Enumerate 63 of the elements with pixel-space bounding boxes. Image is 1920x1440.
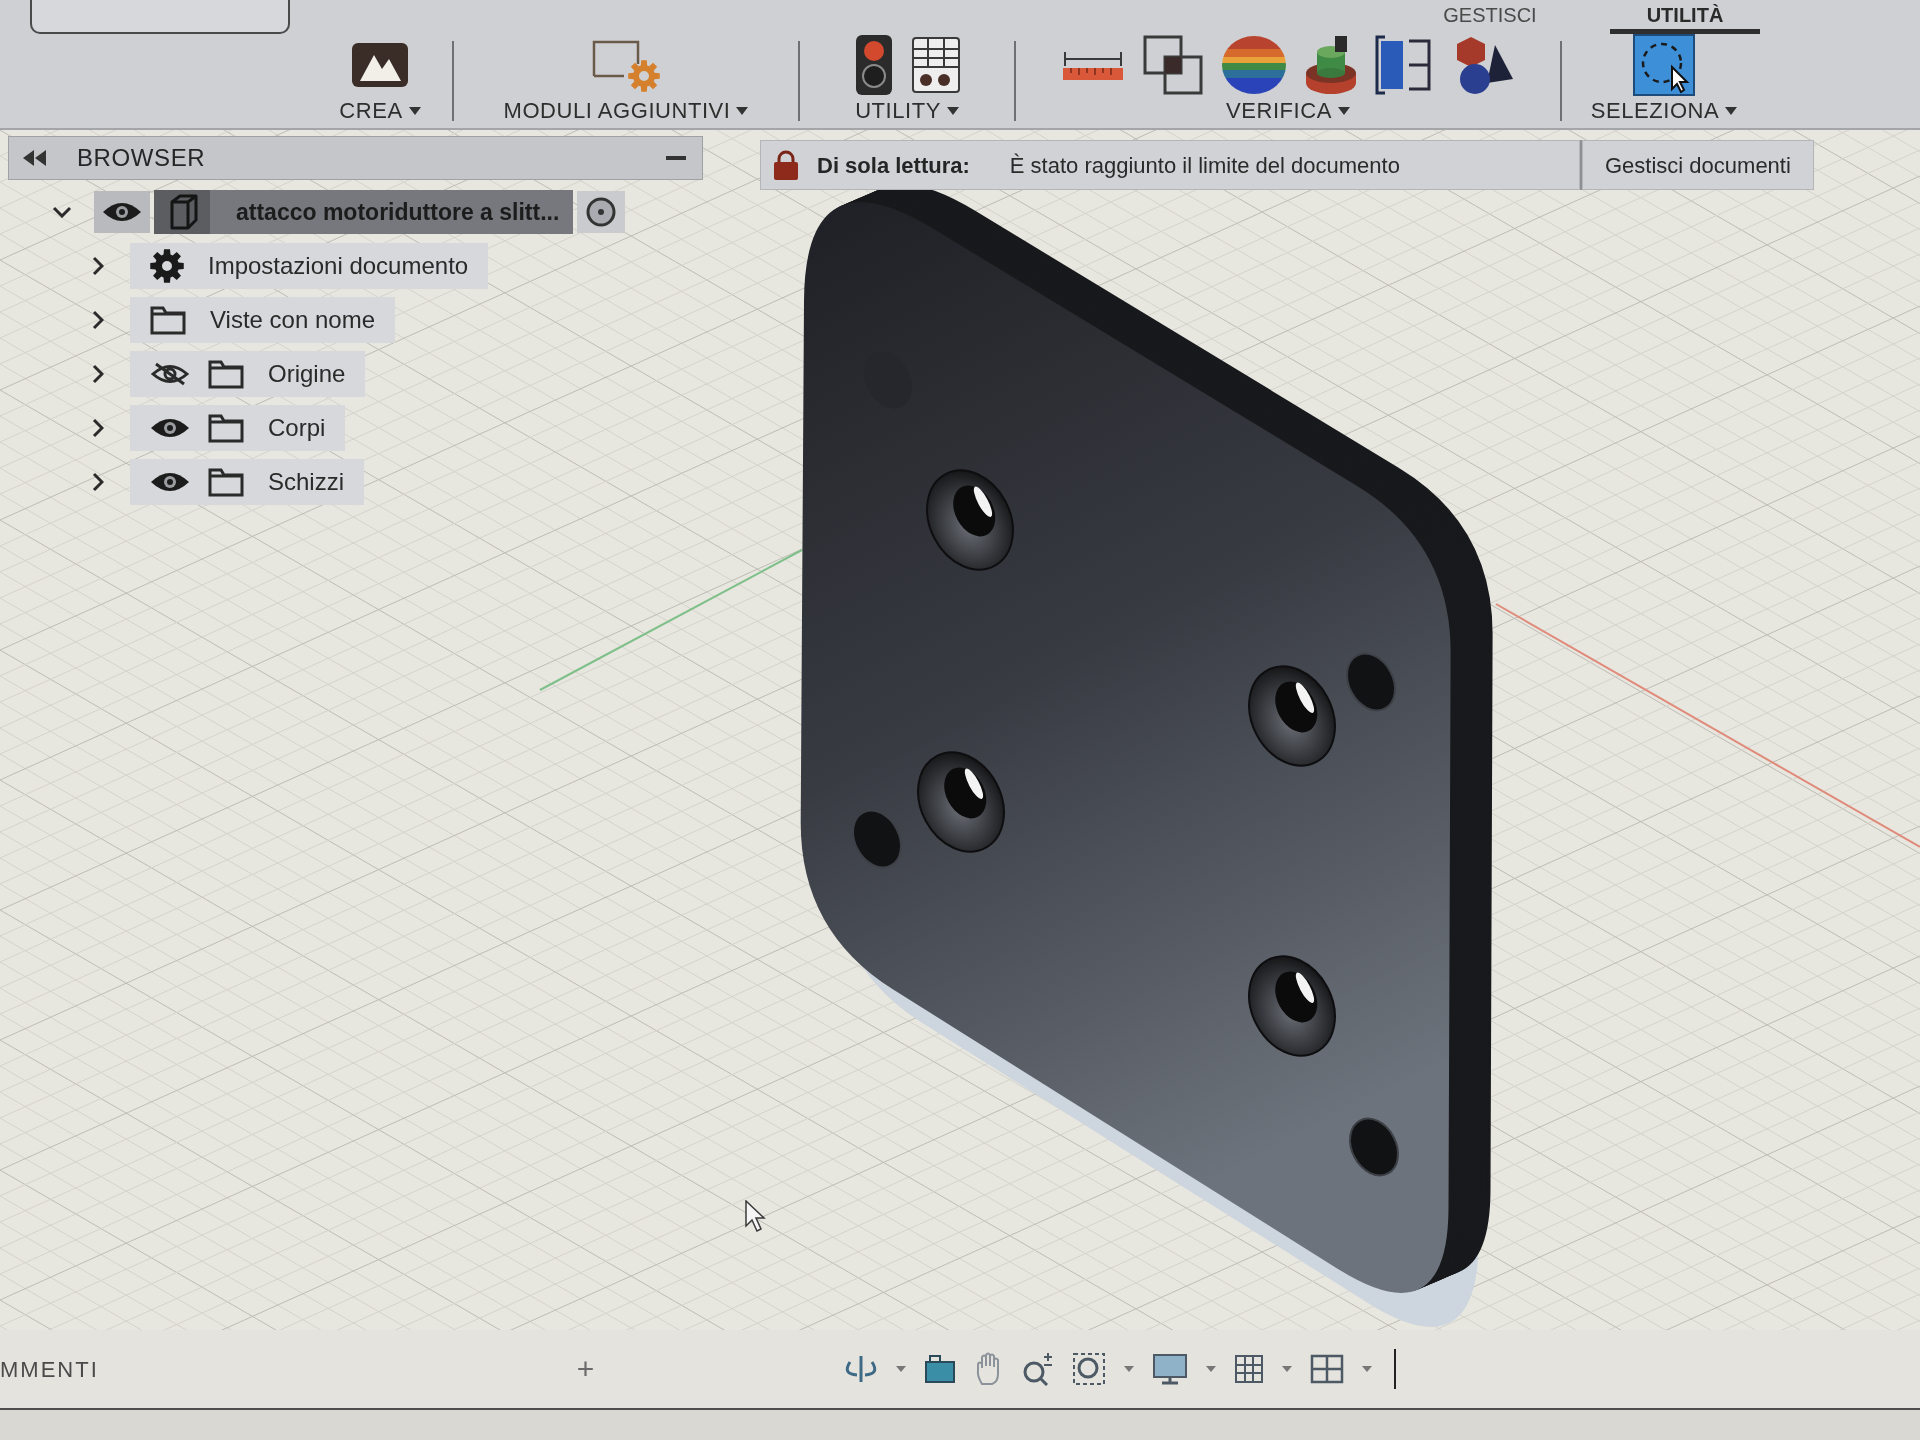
- eye-icon[interactable]: [150, 416, 190, 440]
- chevron-right-icon[interactable]: [92, 310, 104, 330]
- radio-button-icon[interactable]: [577, 191, 626, 233]
- addins-menu-button[interactable]: MODULI AGGIUNTIVI: [503, 100, 749, 122]
- viewports-icon[interactable]: [1310, 1354, 1345, 1384]
- utility-menu-button[interactable]: UTILITY: [855, 100, 959, 122]
- caret-icon: [946, 107, 959, 115]
- grid-icon[interactable]: [1234, 1354, 1265, 1384]
- monitor-icon[interactable]: [1152, 1353, 1189, 1385]
- traffic-light-icon[interactable]: [854, 35, 894, 95]
- add-comment-button[interactable]: +: [576, 1354, 595, 1384]
- collapse-arrows-icon[interactable]: [23, 150, 47, 166]
- panel-title: BROWSER: [77, 143, 206, 173]
- banner-message: È stato raggiunto il limite del documento: [1009, 151, 1400, 180]
- table-icon[interactable]: [912, 37, 960, 93]
- folder-icon: [208, 413, 244, 443]
- eye-icon[interactable]: [150, 470, 190, 494]
- caret-icon[interactable]: [1282, 1366, 1293, 1372]
- folder-icon: [208, 359, 244, 389]
- striped-sphere-icon[interactable]: [1221, 35, 1287, 95]
- caret-icon: [736, 107, 749, 115]
- select-menu-button[interactable]: SELEZIONA: [1590, 100, 1738, 122]
- chevron-right-icon[interactable]: [92, 256, 104, 276]
- lock-icon: [773, 150, 799, 180]
- chevron-down-icon[interactable]: [52, 206, 72, 218]
- zoom-icon[interactable]: [1022, 1352, 1055, 1386]
- chevron-right-icon[interactable]: [92, 472, 104, 492]
- manage-documents-button[interactable]: Gestisci documenti: [1582, 140, 1814, 190]
- create-menu-button[interactable]: CREA: [339, 100, 421, 122]
- caret-icon[interactable]: [1124, 1366, 1135, 1372]
- briefcase-icon[interactable]: [924, 1354, 957, 1384]
- chevron-right-icon[interactable]: [92, 364, 104, 384]
- chevron-right-icon[interactable]: [92, 418, 104, 438]
- comments-label: MMENTI: [0, 1355, 99, 1384]
- tree-item[interactable]: Viste con nome: [130, 297, 395, 343]
- inspect-menu-button[interactable]: VERIFICA: [1226, 100, 1350, 122]
- tree-item[interactable]: attacco motoriduttore a slitt...: [154, 190, 574, 234]
- eye-icon[interactable]: [94, 191, 150, 233]
- tree-item[interactable]: Origine: [130, 351, 366, 397]
- orbit-icon[interactable]: [844, 1354, 879, 1384]
- caret-icon[interactable]: [1206, 1366, 1217, 1372]
- overlapping-squares-icon[interactable]: [1143, 35, 1203, 95]
- mountain-tile-icon[interactable]: [352, 43, 408, 87]
- caret-icon: [408, 107, 421, 115]
- gear-icon: [150, 249, 184, 283]
- folder-icon: [150, 305, 186, 335]
- zoom-window-icon[interactable]: [1072, 1352, 1107, 1386]
- folder-icon: [208, 467, 244, 497]
- caret-icon[interactable]: [896, 1366, 907, 1372]
- crossed-eye-icon[interactable]: [150, 362, 190, 386]
- tree-item[interactable]: Impostazioni documento: [130, 243, 489, 289]
- cylinder-stack-icon[interactable]: [1305, 35, 1357, 95]
- banner-title: Di sola lettura:: [817, 151, 970, 180]
- tree-item[interactable]: Corpi: [130, 405, 346, 451]
- tree-item[interactable]: Schizzi: [130, 459, 365, 505]
- cube-icon: [154, 190, 210, 234]
- caret-icon[interactable]: [1362, 1366, 1373, 1372]
- section-brackets-icon[interactable]: [1375, 35, 1433, 95]
- selection-lasso-icon[interactable]: [1633, 34, 1695, 96]
- mouse-pointer-icon: [745, 1200, 767, 1232]
- caret-icon: [1337, 107, 1350, 115]
- caret-icon: [1725, 107, 1738, 115]
- toolbar-tab[interactable]: GESTISCI: [1430, 0, 1550, 34]
